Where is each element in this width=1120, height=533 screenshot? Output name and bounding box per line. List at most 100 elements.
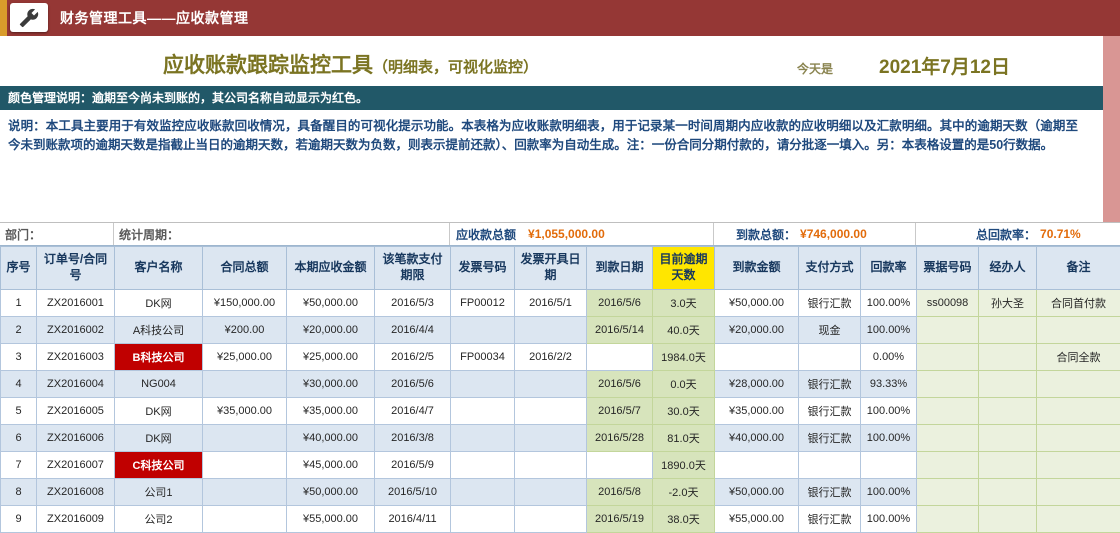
column-header[interactable]: 到款金额 <box>715 247 799 290</box>
column-header[interactable]: 发票号码 <box>451 247 515 290</box>
cell[interactable] <box>979 479 1037 506</box>
cell[interactable]: C科技公司 <box>115 452 203 479</box>
cell[interactable] <box>917 371 979 398</box>
cell[interactable]: 2016/5/6 <box>375 371 451 398</box>
cell[interactable]: 6 <box>1 425 37 452</box>
cell[interactable] <box>451 398 515 425</box>
cell[interactable]: 5 <box>1 398 37 425</box>
cell[interactable]: 40.0天 <box>653 317 715 344</box>
cell[interactable]: ¥35,000.00 <box>715 398 799 425</box>
cell[interactable]: 100.00% <box>861 506 917 533</box>
cell[interactable]: 2016/5/9 <box>375 452 451 479</box>
column-header[interactable]: 合同总额 <box>203 247 287 290</box>
cell[interactable]: ZX2016003 <box>37 344 115 371</box>
cell[interactable] <box>203 371 287 398</box>
cell[interactable]: 2016/4/4 <box>375 317 451 344</box>
cell[interactable]: ¥55,000.00 <box>715 506 799 533</box>
cell[interactable] <box>917 344 979 371</box>
department-cell[interactable]: 部门： <box>0 223 114 245</box>
cell[interactable] <box>1037 452 1120 479</box>
cell[interactable]: 银行汇款 <box>799 506 861 533</box>
column-header[interactable]: 本期应收金额 <box>287 247 375 290</box>
cell[interactable] <box>451 506 515 533</box>
cell[interactable]: ¥45,000.00 <box>287 452 375 479</box>
cell[interactable] <box>917 506 979 533</box>
cell[interactable]: ZX2016004 <box>37 371 115 398</box>
cell[interactable]: A科技公司 <box>115 317 203 344</box>
cell[interactable]: 2016/5/19 <box>587 506 653 533</box>
cell[interactable]: ¥25,000.00 <box>203 344 287 371</box>
cell[interactable]: DK网 <box>115 398 203 425</box>
cell[interactable] <box>1037 317 1120 344</box>
cell[interactable]: 100.00% <box>861 479 917 506</box>
cell[interactable]: ¥50,000.00 <box>715 479 799 506</box>
cell[interactable]: 2016/4/7 <box>375 398 451 425</box>
cell[interactable] <box>451 425 515 452</box>
cell[interactable]: 2016/5/10 <box>375 479 451 506</box>
cell[interactable]: 2016/3/8 <box>375 425 451 452</box>
cell[interactable]: ¥28,000.00 <box>715 371 799 398</box>
cell[interactable]: 1 <box>1 290 37 317</box>
column-header[interactable]: 备注 <box>1037 247 1120 290</box>
cell[interactable]: ¥50,000.00 <box>715 290 799 317</box>
cell[interactable] <box>587 452 653 479</box>
cell[interactable]: ¥40,000.00 <box>715 425 799 452</box>
cell[interactable]: 8 <box>1 479 37 506</box>
cell[interactable] <box>1037 479 1120 506</box>
cell[interactable] <box>1037 425 1120 452</box>
cell[interactable] <box>515 317 587 344</box>
cell[interactable] <box>979 452 1037 479</box>
cell[interactable]: ¥200.00 <box>203 317 287 344</box>
cell[interactable] <box>861 452 917 479</box>
column-header[interactable]: 该笔款支付期限 <box>375 247 451 290</box>
cell[interactable]: B科技公司 <box>115 344 203 371</box>
cell[interactable]: ZX2016008 <box>37 479 115 506</box>
cell[interactable] <box>979 371 1037 398</box>
cell[interactable]: 100.00% <box>861 317 917 344</box>
cell[interactable]: 2016/5/6 <box>587 290 653 317</box>
cell[interactable] <box>515 479 587 506</box>
cell[interactable] <box>451 452 515 479</box>
column-header[interactable]: 经办人 <box>979 247 1037 290</box>
cell[interactable] <box>979 398 1037 425</box>
cell[interactable]: 3.0天 <box>653 290 715 317</box>
cell[interactable]: 银行汇款 <box>799 371 861 398</box>
cell[interactable]: 0.0天 <box>653 371 715 398</box>
cell[interactable] <box>1037 398 1120 425</box>
cell[interactable]: 2016/5/7 <box>587 398 653 425</box>
cell[interactable] <box>203 425 287 452</box>
cell[interactable]: ¥30,000.00 <box>287 371 375 398</box>
cell[interactable]: 银行汇款 <box>799 398 861 425</box>
cell[interactable]: ZX2016005 <box>37 398 115 425</box>
cell[interactable]: ¥50,000.00 <box>287 290 375 317</box>
cell[interactable]: 3 <box>1 344 37 371</box>
cell[interactable] <box>203 452 287 479</box>
cell[interactable] <box>799 344 861 371</box>
current-date[interactable]: 2021年7月12日 <box>879 52 1010 79</box>
cell[interactable] <box>715 452 799 479</box>
cell[interactable]: ¥50,000.00 <box>287 479 375 506</box>
cell[interactable]: 81.0天 <box>653 425 715 452</box>
cell[interactable] <box>799 452 861 479</box>
cell[interactable]: ZX2016002 <box>37 317 115 344</box>
cell[interactable]: 100.00% <box>861 290 917 317</box>
column-header[interactable]: 回款率 <box>861 247 917 290</box>
cell[interactable]: FP00012 <box>451 290 515 317</box>
column-header[interactable]: 序号 <box>1 247 37 290</box>
cell[interactable]: ¥150,000.00 <box>203 290 287 317</box>
cell[interactable] <box>451 317 515 344</box>
cell[interactable] <box>715 344 799 371</box>
cell[interactable]: 7 <box>1 452 37 479</box>
cell[interactable] <box>979 425 1037 452</box>
cell[interactable]: 银行汇款 <box>799 425 861 452</box>
cell[interactable]: 2016/2/2 <box>515 344 587 371</box>
cell[interactable]: 2016/5/28 <box>587 425 653 452</box>
cell[interactable]: 9 <box>1 506 37 533</box>
cell[interactable] <box>917 317 979 344</box>
cell[interactable] <box>515 371 587 398</box>
cell[interactable]: ¥40,000.00 <box>287 425 375 452</box>
column-header[interactable]: 支付方式 <box>799 247 861 290</box>
cell[interactable] <box>203 479 287 506</box>
cell[interactable] <box>587 344 653 371</box>
cell[interactable]: -2.0天 <box>653 479 715 506</box>
